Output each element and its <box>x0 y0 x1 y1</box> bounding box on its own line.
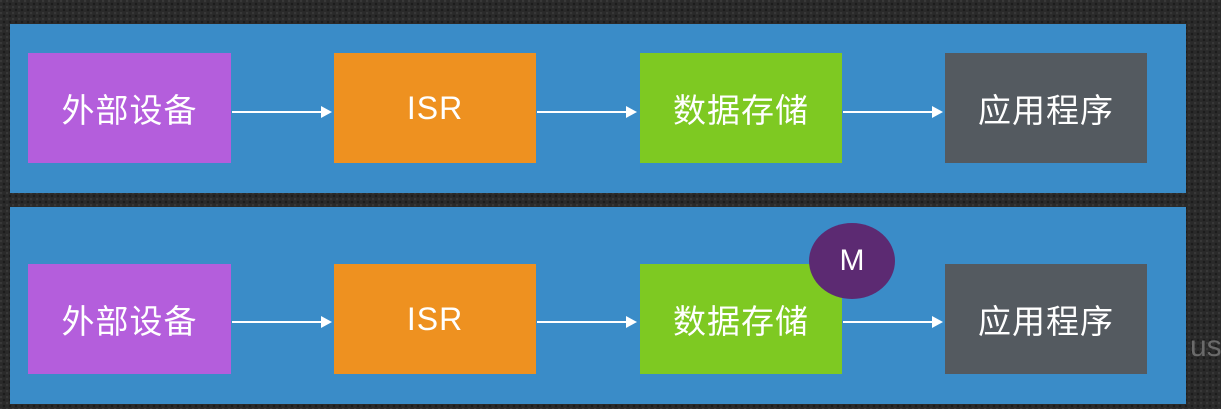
arrow-store-to-app <box>843 316 943 328</box>
node-data-store: 数据存储 <box>640 53 842 163</box>
mutex-badge: M <box>809 223 895 299</box>
cropped-edge-text: us <box>1190 330 1221 363</box>
node-application: 应用程序 <box>945 53 1147 163</box>
arrow-isr-to-store <box>537 316 637 328</box>
node-application: 应用程序 <box>945 264 1147 374</box>
node-isr: ISR <box>334 53 536 163</box>
flow-panel-top: 外部设备 ISR 数据存储 应用程序 <box>10 24 1186 193</box>
node-data-store: 数据存储 <box>640 264 842 374</box>
arrow-device-to-isr <box>232 316 332 328</box>
arrow-store-to-app <box>843 106 943 118</box>
node-external-device: 外部设备 <box>28 264 231 374</box>
node-isr: ISR <box>334 264 536 374</box>
arrow-device-to-isr <box>232 106 332 118</box>
flow-panel-bottom: 外部设备 ISR 数据存储 应用程序 M <box>10 207 1186 404</box>
arrow-isr-to-store <box>537 106 637 118</box>
node-external-device: 外部设备 <box>28 53 231 163</box>
